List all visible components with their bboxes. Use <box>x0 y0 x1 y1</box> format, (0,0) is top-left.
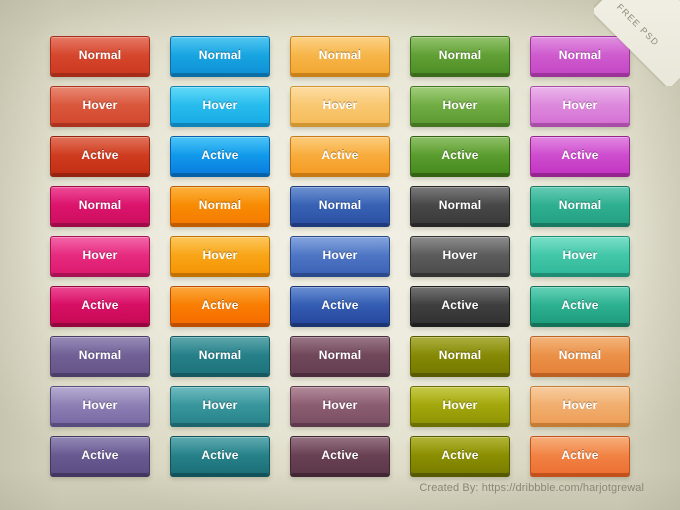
button-green-normal[interactable]: Normal <box>410 36 510 74</box>
button-label: Hover <box>82 248 118 262</box>
button-label: Active <box>81 298 119 312</box>
button-label: Normal <box>438 48 482 62</box>
button-purple-hover[interactable]: Hover <box>50 386 150 424</box>
button-label: Hover <box>322 398 358 412</box>
button-label: Active <box>201 148 239 162</box>
button-label: Hover <box>82 98 118 112</box>
free-psd-corner-ribbon: FREE PSD <box>594 0 680 86</box>
button-label: Active <box>441 448 479 462</box>
button-orange-active[interactable]: Active <box>170 286 270 324</box>
button-wine-hover[interactable]: Hover <box>290 386 390 424</box>
button-purple-active[interactable]: Active <box>50 436 150 474</box>
button-sky-blue-normal[interactable]: Normal <box>170 36 270 74</box>
button-green-hover[interactable]: Hover <box>410 86 510 124</box>
button-wine-normal[interactable]: Normal <box>290 336 390 374</box>
button-coral-hover[interactable]: Hover <box>530 386 630 424</box>
button-label: Hover <box>202 98 238 112</box>
button-navy-blue-normal[interactable]: Normal <box>290 186 390 224</box>
button-olive-active[interactable]: Active <box>410 436 510 474</box>
button-label: Active <box>561 298 599 312</box>
credit-attribution: Created By: https://dribbble.com/harjotg… <box>419 482 644 494</box>
button-teal-mint-normal[interactable]: Normal <box>530 186 630 224</box>
button-teal-mint-active[interactable]: Active <box>530 286 630 324</box>
button-deep-teal-active[interactable]: Active <box>170 436 270 474</box>
button-label: Active <box>201 448 239 462</box>
button-label: Normal <box>318 348 362 362</box>
psd-button-kit-canvas: FREE PSD Normal Normal Normal Normal Normal H… <box>0 0 680 510</box>
button-label: Normal <box>78 48 122 62</box>
button-amber-hover[interactable]: Hover <box>290 86 390 124</box>
button-label: Hover <box>322 98 358 112</box>
button-label: Normal <box>318 198 362 212</box>
button-orchid-hover[interactable]: Hover <box>530 86 630 124</box>
button-label: Normal <box>198 348 242 362</box>
button-teal-mint-hover[interactable]: Hover <box>530 236 630 274</box>
button-olive-hover[interactable]: Hover <box>410 386 510 424</box>
button-charcoal-normal[interactable]: Normal <box>410 186 510 224</box>
button-navy-blue-active[interactable]: Active <box>290 286 390 324</box>
button-label: Active <box>81 448 119 462</box>
button-amber-normal[interactable]: Normal <box>290 36 390 74</box>
button-deep-teal-hover[interactable]: Hover <box>170 386 270 424</box>
button-red-normal[interactable]: Normal <box>50 36 150 74</box>
button-label: Hover <box>442 98 478 112</box>
button-label: Normal <box>198 198 242 212</box>
button-label: Normal <box>438 348 482 362</box>
button-label: Normal <box>78 348 122 362</box>
button-label: Normal <box>558 198 602 212</box>
button-orange-hover[interactable]: Hover <box>170 236 270 274</box>
button-purple-normal[interactable]: Normal <box>50 336 150 374</box>
button-deep-teal-normal[interactable]: Normal <box>170 336 270 374</box>
button-coral-active[interactable]: Active <box>530 436 630 474</box>
button-magenta-active[interactable]: Active <box>50 286 150 324</box>
button-sky-blue-active[interactable]: Active <box>170 136 270 174</box>
button-label: Normal <box>558 348 602 362</box>
button-olive-normal[interactable]: Normal <box>410 336 510 374</box>
button-label: Hover <box>82 398 118 412</box>
button-label: Hover <box>442 248 478 262</box>
button-label: Hover <box>562 248 598 262</box>
button-label: Hover <box>562 398 598 412</box>
button-label: Hover <box>322 248 358 262</box>
button-magenta-normal[interactable]: Normal <box>50 186 150 224</box>
button-sky-blue-hover[interactable]: Hover <box>170 86 270 124</box>
button-label: Active <box>441 148 479 162</box>
button-label: Hover <box>562 98 598 112</box>
button-label: Normal <box>198 48 242 62</box>
button-navy-blue-hover[interactable]: Hover <box>290 236 390 274</box>
button-amber-active[interactable]: Active <box>290 136 390 174</box>
button-green-active[interactable]: Active <box>410 136 510 174</box>
button-charcoal-active[interactable]: Active <box>410 286 510 324</box>
button-label: Active <box>321 448 359 462</box>
button-orchid-active[interactable]: Active <box>530 136 630 174</box>
button-label: Active <box>321 148 359 162</box>
button-label: Hover <box>442 398 478 412</box>
button-label: Normal <box>438 198 482 212</box>
button-red-active[interactable]: Active <box>50 136 150 174</box>
button-charcoal-hover[interactable]: Hover <box>410 236 510 274</box>
button-coral-normal[interactable]: Normal <box>530 336 630 374</box>
button-label: Normal <box>318 48 362 62</box>
button-label: Hover <box>202 248 238 262</box>
button-wine-active[interactable]: Active <box>290 436 390 474</box>
button-label: Active <box>561 448 599 462</box>
button-label: Active <box>321 298 359 312</box>
button-label: Active <box>201 298 239 312</box>
button-label: Active <box>561 148 599 162</box>
button-red-hover[interactable]: Hover <box>50 86 150 124</box>
button-states-grid: Normal Normal Normal Normal Normal Hover Hover… <box>50 36 630 474</box>
ribbon-fold-shape <box>594 0 680 86</box>
button-label: Active <box>81 148 119 162</box>
button-label: Normal <box>78 198 122 212</box>
button-orange-normal[interactable]: Normal <box>170 186 270 224</box>
button-label: Hover <box>202 398 238 412</box>
button-magenta-hover[interactable]: Hover <box>50 236 150 274</box>
button-label: Active <box>441 298 479 312</box>
